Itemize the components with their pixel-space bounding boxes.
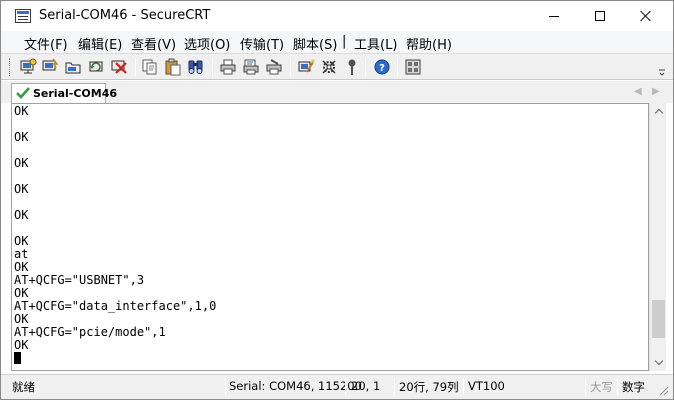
toolbar-separator [212, 58, 213, 76]
menu-file[interactable]: 文件(F) [24, 34, 68, 53]
app-window-icon [15, 9, 31, 23]
terminal-line: OK [14, 338, 29, 352]
paste-icon[interactable] [164, 58, 182, 76]
window-title: Serial-COM46 - SecureCRT [39, 8, 211, 23]
status-divider [394, 378, 395, 395]
terminal-line: AT+QCFG="data_interface",1,0 [14, 299, 217, 313]
menu-transfer[interactable]: 传输(T) [240, 34, 284, 53]
maximize-button[interactable] [577, 1, 623, 31]
minimize-icon [549, 15, 559, 17]
resize-grip-icon[interactable] [657, 384, 669, 396]
svg-text:?: ? [379, 63, 385, 74]
status-caps-lock: 大写 [590, 380, 613, 394]
toolbar-overflow-icon[interactable] [657, 60, 667, 78]
status-cursor-position: 20, 1 [351, 379, 381, 393]
help-icon[interactable]: ? [373, 58, 391, 76]
scroll-up-button[interactable] [650, 103, 667, 120]
scroll-thumb[interactable] [652, 300, 665, 339]
toolbar: ? [1, 53, 673, 80]
status-emulation: VT100 [468, 379, 505, 393]
menu-separator: | [342, 34, 347, 49]
terminal-output[interactable]: OK OK OK OK OK OK at OK AT+QCFG="USBNET",3 OK AT+Q… [11, 103, 649, 371]
menu-help[interactable]: 帮助(H) [406, 34, 452, 53]
tab-label: Serial-COM46 [33, 87, 118, 100]
menu-options[interactable]: 选项(O) [184, 34, 230, 53]
terminal-line: OK [14, 234, 29, 248]
chevron-up-icon [654, 108, 663, 118]
maximize-icon [595, 11, 605, 21]
print-icon[interactable] [219, 58, 237, 76]
status-num-lock: 数字 [622, 380, 645, 394]
scroll-down-button[interactable] [650, 354, 667, 371]
chevron-down-icon [654, 356, 663, 366]
find-icon[interactable] [187, 58, 205, 76]
minimize-button[interactable] [531, 1, 577, 31]
terminal-line: OK [14, 104, 29, 118]
status-divider [225, 378, 226, 395]
status-terminal-size: 20行, 79列 [399, 380, 459, 394]
terminal-line: AT+QCFG="USBNET",3 [14, 273, 145, 287]
terminal-line: OK [14, 208, 29, 222]
status-ready: 就绪 [12, 380, 35, 394]
text-cursor [14, 352, 21, 364]
menu-edit[interactable]: 编辑(E) [78, 34, 122, 53]
menu-script[interactable]: 脚本(S) [293, 34, 337, 53]
connect-icon[interactable] [19, 58, 37, 76]
terminal-text: OK OK OK OK OK OK at OK AT+QCFG="USBNET",3 OK AT+Q… [14, 105, 216, 365]
terminal-line: at [14, 247, 29, 261]
terminal-line: OK [14, 130, 29, 144]
keymap-icon[interactable] [343, 58, 361, 76]
tab-scroll-right-icon[interactable]: ▶ [652, 86, 660, 97]
close-icon [640, 10, 652, 22]
terminal-prompt-line [14, 352, 216, 365]
vertical-scrollbar[interactable] [649, 103, 666, 371]
reconnect-icon[interactable] [87, 58, 105, 76]
session-options-icon[interactable] [297, 58, 315, 76]
print-setup-icon[interactable] [265, 58, 283, 76]
status-divider [617, 378, 618, 395]
tab-serial-com46[interactable]: Serial-COM46 [11, 83, 117, 103]
session-tab-bar: Serial-COM46 ◀ ▶ [1, 81, 673, 103]
menu-view[interactable]: 查看(V) [131, 34, 176, 53]
title-bar: Serial-COM46 - SecureCRT [1, 1, 673, 31]
print-selection-icon[interactable] [242, 58, 260, 76]
toolbar-grip[interactable] [9, 58, 12, 76]
terminal-line: OK [14, 182, 29, 196]
toolbar-separator [290, 58, 291, 76]
keypad-icon[interactable] [404, 58, 422, 76]
menu-tools[interactable]: 工具(L) [354, 34, 397, 53]
connected-check-icon [16, 87, 30, 99]
copy-icon[interactable] [141, 58, 159, 76]
terminal-line: AT+QCFG="pcie/mode",1 [14, 325, 166, 339]
status-connection: Serial: COM46, 115200 [229, 379, 362, 393]
status-divider [345, 378, 346, 395]
status-divider [463, 378, 464, 395]
connect-in-tab-icon[interactable] [64, 58, 82, 76]
status-divider [585, 378, 586, 395]
securecrt-window: Serial-COM46 - SecureCRT 文件(F) 编辑(E) 查看(… [0, 0, 674, 400]
tab-scroll-left-icon[interactable]: ◀ [634, 86, 642, 97]
close-button[interactable] [623, 1, 669, 31]
quick-connect-icon[interactable] [41, 58, 59, 76]
menu-bar: 文件(F) 编辑(E) 查看(V) 选项(O) 传输(T) 脚本(S) | 工具… [1, 31, 673, 53]
terminal-line: OK [14, 156, 29, 170]
status-bar: 就绪 Serial: COM46, 115200 20, 1 20行, 79列 … [1, 374, 673, 399]
global-options-icon[interactable] [320, 58, 338, 76]
toolbar-separator [135, 58, 136, 76]
disconnect-icon[interactable] [110, 58, 128, 76]
toolbar-separator [397, 58, 398, 76]
toolbar-separator [365, 58, 366, 76]
